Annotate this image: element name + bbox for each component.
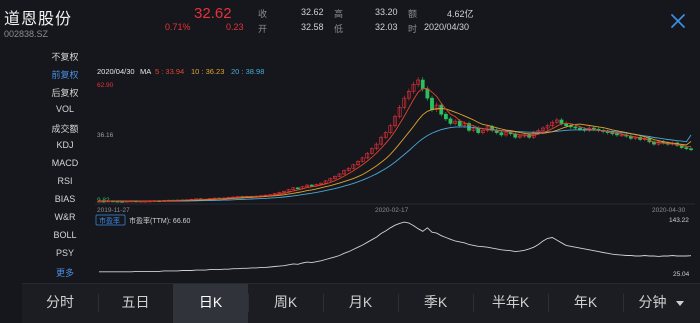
candle-body [689, 148, 693, 151]
time-label: 时 [408, 24, 418, 34]
candle-body [430, 97, 434, 110]
amount-label: 额 [408, 9, 418, 19]
candle-body [457, 120, 462, 127]
pe-min-label: 25.04 [673, 271, 690, 278]
pe-legend: 市盈率(TTM): 66.60 [129, 216, 191, 225]
pe-max-label: 143.22 [669, 217, 689, 224]
sidebar-item-macd[interactable]: MACD [36, 158, 94, 168]
tab-month-k[interactable]: 月K [323, 284, 398, 323]
current-price: 32.62 [194, 5, 232, 22]
sidebar-item-psy[interactable]: PSY [36, 248, 94, 258]
candle-body [420, 79, 425, 90]
candle-body [615, 133, 619, 136]
x-label-start: 2019-11-27 [97, 207, 130, 214]
sidebar-item-wr[interactable]: W&R [36, 212, 94, 222]
kline-chart[interactable]: 2020/04/30 MA 5 : 33.94 10 : 36.23 20 : … [95, 62, 695, 282]
tab-five-day[interactable]: 五日 [98, 284, 173, 323]
close-value: 32.62 [301, 7, 324, 17]
tab-minute-label: 分钟 [638, 294, 667, 310]
sidebar-item-boll[interactable]: BOLL [36, 230, 94, 240]
candle-body [499, 132, 504, 136]
indicator-button[interactable]: 市盈率 [99, 216, 120, 225]
candle-body [559, 119, 564, 124]
sidebar-item-more[interactable]: 更多 [36, 266, 94, 279]
ma-legend-date: 2020/04/30 [97, 67, 135, 76]
low-label: 低 [334, 24, 344, 34]
open-value: 32.58 [301, 22, 324, 32]
candle-body [309, 184, 314, 187]
candle-body [591, 127, 596, 130]
change-percent: 0.71% [165, 22, 191, 32]
close-label: 收 [258, 9, 268, 19]
tab-halfyear-k[interactable]: 半年K [473, 284, 548, 323]
tab-year-k[interactable]: 年K [548, 284, 623, 323]
x-label-mid: 2020-02-17 [375, 207, 409, 214]
stock-code: 002838.SZ [4, 29, 49, 39]
x-label-end: 2020-04-30 [652, 207, 686, 214]
sidebar-item-turnover[interactable]: 成交额 [36, 122, 94, 135]
chevron-down-icon [676, 300, 685, 306]
candle-body [439, 104, 444, 115]
candle-body [573, 126, 578, 129]
candle-body [425, 88, 430, 99]
high-label: 高 [334, 9, 344, 19]
indicator-sidebar: 不复权 前复权 后复权 VOL 成交额 KDJ MACD RSI BIAS W&… [36, 46, 94, 279]
open-label: 开 [258, 24, 268, 34]
tab-day-k[interactable]: 日K [173, 284, 248, 323]
sidebar-item-forward-adjust[interactable]: 前复权 [36, 68, 94, 81]
period-tab-bar: 分时 五日 日K 周K 月K 季K 半年K 年K 分钟 [22, 283, 700, 323]
ma5-legend: 5 : 33.94 [155, 67, 184, 76]
ma-legend-prefix: MA [140, 67, 151, 76]
high-value: 33.20 [375, 7, 398, 17]
chart-background [95, 62, 695, 282]
candle-body [443, 113, 448, 120]
candle-body [448, 118, 453, 124]
change-amount: 0.23 [226, 22, 244, 32]
tab-quarter-k[interactable]: 季K [398, 284, 473, 323]
tab-timeshare[interactable]: 分时 [22, 284, 98, 323]
date-value: 2020/04/30 [424, 22, 470, 32]
stock-name: 道恩股份 [4, 11, 73, 28]
close-icon[interactable] [669, 12, 687, 30]
sidebar-item-vol[interactable]: VOL [36, 104, 94, 114]
candle-body [684, 147, 689, 150]
sidebar-item-backward-adjust[interactable]: 后复权 [36, 86, 94, 99]
sidebar-item-rsi[interactable]: RSI [36, 176, 94, 186]
stock-header: 道恩股份 002838.SZ 32.62 0.71% 0.23 收 32.62 … [0, 0, 700, 44]
amount-value: 4.62亿 [447, 9, 474, 19]
ma10-legend: 10 : 36.23 [191, 67, 224, 76]
candle-body [578, 127, 582, 130]
sidebar-item-bias[interactable]: BIAS [36, 194, 94, 204]
tab-minute[interactable]: 分钟 [623, 284, 700, 323]
ma20-legend: 20 : 38.98 [231, 67, 264, 76]
price-mid-label: 36.16 [97, 132, 114, 139]
sidebar-item-no-adjust[interactable]: 不复权 [36, 50, 94, 63]
low-value: 32.03 [375, 22, 398, 32]
tab-week-k[interactable]: 周K [248, 284, 323, 323]
price-max-label: 62.90 [97, 82, 114, 89]
candle-body [295, 187, 300, 190]
sidebar-item-kdj[interactable]: KDJ [36, 140, 94, 150]
